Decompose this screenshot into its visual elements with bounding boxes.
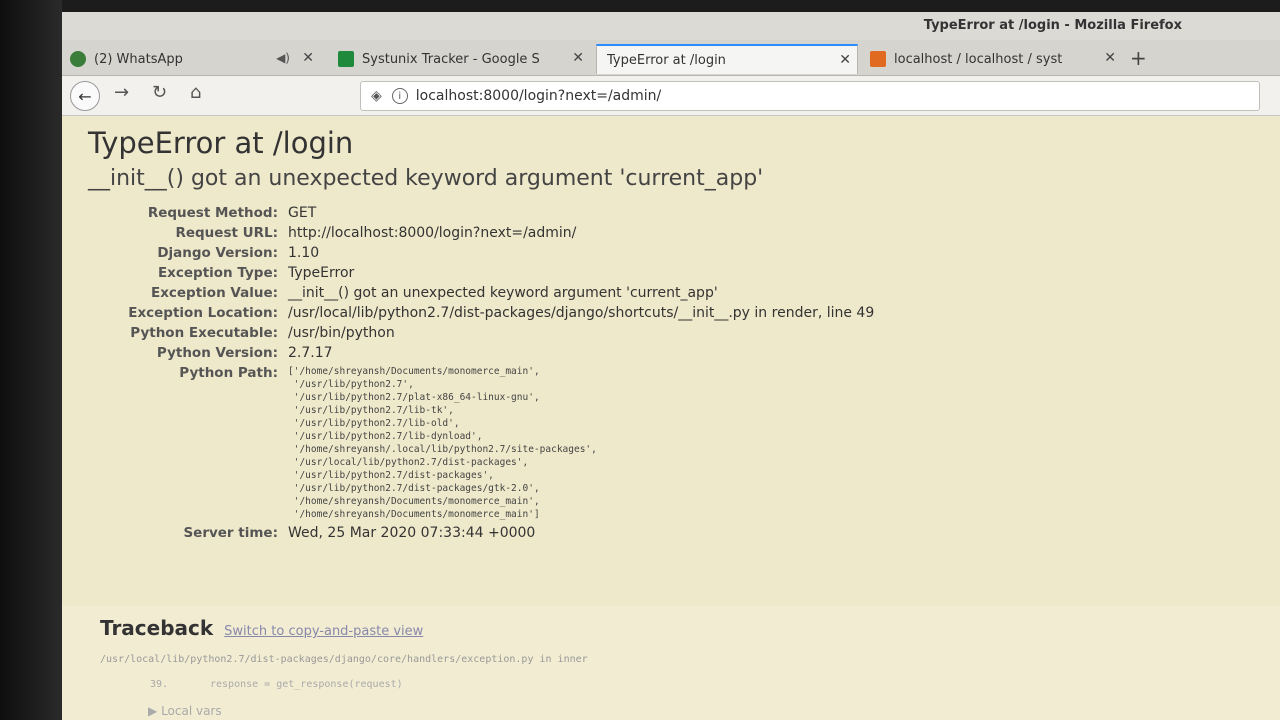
meta-value: 1.10 [288, 245, 320, 261]
url-bar[interactable]: ◈ i localhost:8000/login?next=/admin/ [360, 81, 1260, 111]
traceback-heading: Traceback Switch to copy-and-paste view [100, 616, 1242, 640]
url-text[interactable]: localhost:8000/login?next=/admin/ [416, 88, 662, 104]
meta-label: Python Path: [179, 365, 278, 381]
python-path-list: ['/home/shreyansh/Documents/monomerce_ma… [288, 363, 874, 523]
back-arrow-icon[interactable]: ← [70, 81, 100, 111]
close-icon[interactable]: ✕ [1104, 50, 1116, 66]
table-row: Request URL: http://localhost:8000/login… [88, 223, 874, 243]
window-titlebar: TypeError at /login - Mozilla Firefox [62, 12, 1280, 40]
tab-phpmyadmin[interactable]: localhost / localhost / syst ✕ [870, 44, 1122, 74]
traceback-section: Traceback Switch to copy-and-paste view … [62, 606, 1280, 720]
reload-icon[interactable]: ↻ [152, 82, 167, 103]
tab-whatsapp[interactable]: (2) WhatsApp ◀) ✕ [70, 44, 320, 74]
table-row: Python Executable: /usr/bin/python [88, 323, 874, 343]
meta-value: __init__() got an unexpected keyword arg… [288, 285, 718, 301]
sheets-icon [338, 51, 354, 67]
home-icon[interactable]: ⌂ [190, 82, 201, 103]
table-row: Exception Type: TypeError [88, 263, 874, 283]
meta-label: Django Version: [157, 245, 278, 261]
python-path-entry: '/home/shreyansh/Documents/monomerce_mai… [288, 509, 540, 520]
tab-typeerror[interactable]: TypeError at /login ✕ [596, 44, 858, 74]
copy-paste-view-link[interactable]: Switch to copy-and-paste view [224, 624, 423, 639]
line-code: response = get_response(request) [210, 679, 403, 690]
tab-systunix-tracker[interactable]: Systunix Tracker - Google S ✕ [338, 44, 590, 74]
python-path-entry: '/home/shreyansh/Documents/monomerce_mai… [288, 496, 540, 507]
django-error-page: TypeError at /login __init__() got an un… [62, 116, 1280, 720]
table-row: Python Version: 2.7.17 [88, 343, 874, 363]
table-row: Server time: Wed, 25 Mar 2020 07:33:44 +… [88, 523, 874, 543]
meta-label: Exception Location: [128, 305, 278, 321]
python-path-entry: '/usr/lib/python2.7', [288, 379, 414, 390]
meta-value: http://localhost:8000/login?next=/admin/ [288, 225, 577, 241]
meta-value: GET [288, 205, 317, 221]
meta-label: Server time: [183, 525, 278, 541]
tab-label: Systunix Tracker - Google S [362, 51, 540, 67]
tab-label: (2) WhatsApp [94, 51, 183, 67]
close-icon[interactable]: ✕ [572, 50, 584, 66]
shield-icon[interactable]: ◈ [371, 88, 382, 104]
table-row: Request Method: GET [88, 203, 874, 223]
python-path-entry: '/usr/lib/python2.7/lib-old', [288, 418, 460, 429]
triangle-right-icon: ▶ [148, 704, 158, 718]
table-row: Django Version: 1.10 [88, 243, 874, 263]
local-vars-toggle[interactable]: ▶ Local vars [148, 704, 1242, 718]
tab-label: localhost / localhost / syst [894, 51, 1063, 67]
table-row: Python Path: ['/home/shreyansh/Documents… [88, 363, 874, 523]
speaker-icon[interactable]: ◀) [276, 51, 290, 65]
meta-label: Exception Type: [157, 265, 278, 281]
phpmyadmin-icon [870, 51, 886, 67]
meta-label: Python Version: [156, 345, 278, 361]
browser-window: TypeError at /login - Mozilla Firefox (2… [62, 12, 1280, 720]
meta-label: Request Method: [147, 205, 278, 221]
traceback-title: Traceback [100, 616, 214, 640]
info-icon[interactable]: i [391, 88, 408, 104]
meta-value: /usr/bin/python [288, 325, 395, 341]
table-row: Exception Location: /usr/local/lib/pytho… [88, 303, 874, 323]
close-icon[interactable]: ✕ [302, 50, 314, 66]
line-number: 39. [150, 679, 169, 690]
python-path-entry: '/usr/local/lib/python2.7/dist-packages'… [288, 457, 529, 468]
python-path-entry: ['/home/shreyansh/Documents/monomerce_ma… [288, 366, 540, 377]
meta-value: TypeError [288, 265, 355, 281]
meta-value: Wed, 25 Mar 2020 07:33:44 +0000 [288, 525, 536, 541]
python-path-entry: '/home/shreyansh/.local/lib/python2.7/si… [288, 444, 597, 455]
meta-label: Request URL: [175, 225, 278, 241]
python-path-entry: '/usr/lib/python2.7/lib-tk', [288, 405, 454, 416]
laptop-bezel [0, 0, 62, 720]
new-tab-icon[interactable]: + [1130, 46, 1147, 70]
meta-value: 2.7.17 [288, 345, 333, 361]
error-summary: TypeError at /login __init__() got an un… [62, 116, 1280, 606]
meta-label: Python Executable: [130, 325, 278, 341]
forward-arrow-icon[interactable]: → [114, 82, 129, 103]
local-vars-label: Local vars [161, 704, 222, 718]
python-path-entry: '/usr/lib/python2.7/dist-packages', [288, 470, 494, 481]
meta-value: /usr/local/lib/python2.7/dist-packages/d… [288, 305, 875, 321]
page-title: TypeError at /login [88, 126, 354, 160]
tab-bar: (2) WhatsApp ◀) ✕ Systunix Tracker - Goo… [62, 40, 1280, 76]
python-path-entry: '/usr/lib/python2.7/dist-packages/gtk-2.… [288, 483, 540, 494]
request-info-table: Request Method: GET Request URL: http://… [88, 203, 874, 543]
python-path-entry: '/usr/lib/python2.7/plat-x86_64-linux-gn… [288, 392, 540, 403]
traceback-file: /usr/local/lib/python2.7/dist-packages/d… [100, 654, 588, 665]
navigation-bar: ← → ↻ ⌂ ◈ i localhost:8000/login?next=/a… [62, 76, 1280, 116]
close-icon[interactable]: ✕ [839, 52, 851, 68]
tab-label: TypeError at /login [607, 52, 726, 68]
python-path-entry: '/usr/lib/python2.7/lib-dynload', [288, 431, 483, 442]
table-row: Exception Value: __init__() got an unexp… [88, 283, 874, 303]
meta-label: Exception Value: [150, 285, 278, 301]
traceback-code-line: 39. response = get_response(request) [100, 679, 1242, 690]
window-title: TypeError at /login - Mozilla Firefox [923, 18, 1182, 33]
error-message: __init__() got an unexpected keyword arg… [88, 166, 764, 191]
whatsapp-icon [70, 51, 86, 67]
